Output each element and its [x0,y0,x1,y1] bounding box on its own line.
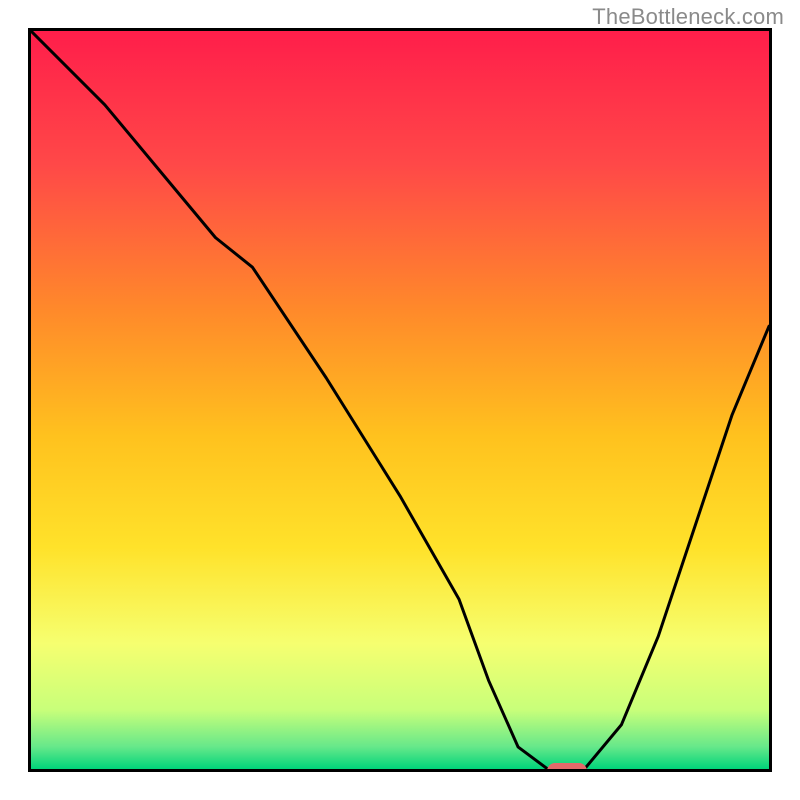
watermark-label: TheBottleneck.com [592,4,784,30]
optimal-point-marker [547,763,587,772]
chart-container: TheBottleneck.com [0,0,800,800]
bottleneck-curve [31,31,769,769]
plot-area [28,28,772,772]
